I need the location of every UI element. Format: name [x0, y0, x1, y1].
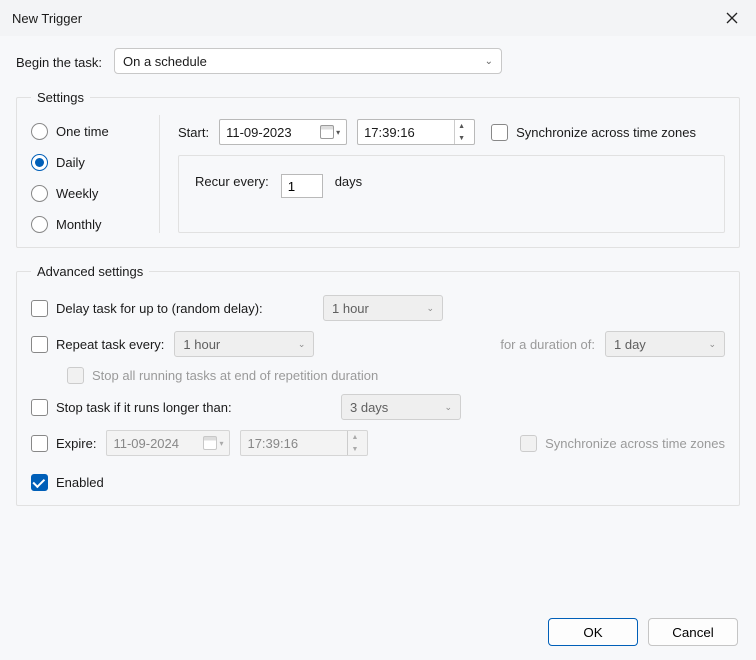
start-date-input[interactable]: 11-09-2023 ▾ [219, 119, 347, 145]
spinner-up-icon: ▲ [348, 431, 361, 443]
radio-icon [31, 185, 48, 202]
recur-unit: days [335, 174, 362, 189]
start-label: Start: [178, 125, 209, 140]
chevron-down-icon: ⌄ [485, 56, 493, 67]
expire-sync-tz-checkbox: Synchronize across time zones [520, 435, 725, 452]
spinner-down-icon: ▼ [455, 132, 468, 144]
enabled-label: Enabled [56, 475, 104, 490]
radio-label: Weekly [56, 186, 98, 201]
settings-group: Settings One time Daily Weekly Monthly [16, 90, 740, 248]
frequency-radios: One time Daily Weekly Monthly [31, 115, 141, 233]
delay-checkbox[interactable]: Delay task for up to (random delay): [31, 300, 313, 317]
radio-icon [31, 216, 48, 233]
radio-label: Monthly [56, 217, 102, 232]
cancel-button[interactable]: Cancel [648, 618, 738, 646]
window-title: New Trigger [12, 11, 82, 26]
stop-repeat-label: Stop all running tasks at end of repetit… [92, 368, 378, 383]
repeat-for-value: 1 day [614, 337, 646, 352]
calendar-icon [320, 125, 334, 139]
chevron-down-icon: ⌄ [298, 339, 306, 350]
expire-label: Expire: [56, 436, 96, 451]
calendar-icon [203, 436, 217, 450]
begin-task-label: Begin the task: [16, 53, 102, 70]
start-time-input[interactable]: 17:39:16 ▲ ▼ [357, 119, 475, 145]
expire-time-input[interactable]: 17:39:16 ▲ ▼ [240, 430, 368, 456]
settings-legend: Settings [31, 90, 90, 105]
sync-tz-checkbox[interactable]: Synchronize across time zones [491, 124, 696, 141]
repeat-value-combo[interactable]: 1 hour ⌄ [174, 331, 314, 357]
radio-label: One time [56, 124, 109, 139]
recur-value-input[interactable] [281, 174, 323, 198]
time-spinner[interactable]: ▲ ▼ [347, 431, 361, 455]
checkbox-icon [520, 435, 537, 452]
checkbox-icon [31, 435, 48, 452]
chevron-down-icon: ▾ [219, 439, 223, 448]
spinner-up-icon: ▲ [455, 120, 468, 132]
stop-long-checkbox[interactable]: Stop task if it runs longer than: [31, 399, 331, 416]
start-date-value: 11-09-2023 [226, 125, 292, 140]
checkbox-icon [31, 336, 48, 353]
delay-value: 1 hour [332, 301, 369, 316]
checkbox-icon [67, 367, 84, 384]
repeat-checkbox[interactable]: Repeat task every: [31, 336, 164, 353]
checkbox-icon [31, 474, 48, 491]
close-icon[interactable] [718, 4, 746, 32]
chevron-down-icon: ▾ [336, 128, 340, 137]
repeat-for-combo[interactable]: 1 day ⌄ [605, 331, 725, 357]
ok-button[interactable]: OK [548, 618, 638, 646]
chevron-down-icon: ⌄ [444, 402, 452, 413]
stop-long-combo[interactable]: 3 days ⌄ [341, 394, 461, 420]
begin-task-value: On a schedule [123, 54, 207, 69]
divider [159, 115, 160, 233]
time-spinner[interactable]: ▲ ▼ [454, 120, 468, 144]
repeat-label: Repeat task every: [56, 337, 164, 352]
repeat-value: 1 hour [183, 337, 220, 352]
repeat-for-label: for a duration of: [500, 337, 595, 352]
stop-long-label: Stop task if it runs longer than: [56, 400, 232, 415]
checkbox-icon [31, 300, 48, 317]
chevron-down-icon: ⌄ [708, 339, 716, 350]
recur-box: Recur every: days [178, 155, 725, 233]
expire-date-value: 11-09-2024 [113, 436, 179, 451]
titlebar: New Trigger [0, 0, 756, 36]
radio-icon [31, 154, 48, 171]
radio-one-time[interactable]: One time [31, 123, 141, 140]
radio-weekly[interactable]: Weekly [31, 185, 141, 202]
delay-value-combo[interactable]: 1 hour ⌄ [323, 295, 443, 321]
stop-long-value: 3 days [350, 400, 388, 415]
radio-label: Daily [56, 155, 85, 170]
advanced-group: Advanced settings Delay task for up to (… [16, 264, 740, 506]
stop-repeat-checkbox: Stop all running tasks at end of repetit… [67, 367, 378, 384]
advanced-legend: Advanced settings [31, 264, 149, 279]
enabled-checkbox[interactable]: Enabled [31, 474, 104, 491]
checkbox-icon [31, 399, 48, 416]
expire-date-input[interactable]: 11-09-2024 ▾ [106, 430, 230, 456]
radio-daily[interactable]: Daily [31, 154, 141, 171]
delay-label: Delay task for up to (random delay): [56, 301, 263, 316]
sync-tz-label: Synchronize across time zones [516, 125, 696, 140]
radio-icon [31, 123, 48, 140]
chevron-down-icon: ⌄ [426, 303, 434, 314]
recur-label: Recur every: [195, 174, 269, 189]
expire-sync-tz-label: Synchronize across time zones [545, 436, 725, 451]
expire-checkbox[interactable]: Expire: [31, 435, 96, 452]
start-time-value: 17:39:16 [364, 125, 415, 140]
spinner-down-icon: ▼ [348, 443, 361, 455]
checkbox-icon [491, 124, 508, 141]
begin-task-combo[interactable]: On a schedule ⌄ [114, 48, 502, 74]
expire-time-value: 17:39:16 [247, 436, 298, 451]
radio-monthly[interactable]: Monthly [31, 216, 141, 233]
